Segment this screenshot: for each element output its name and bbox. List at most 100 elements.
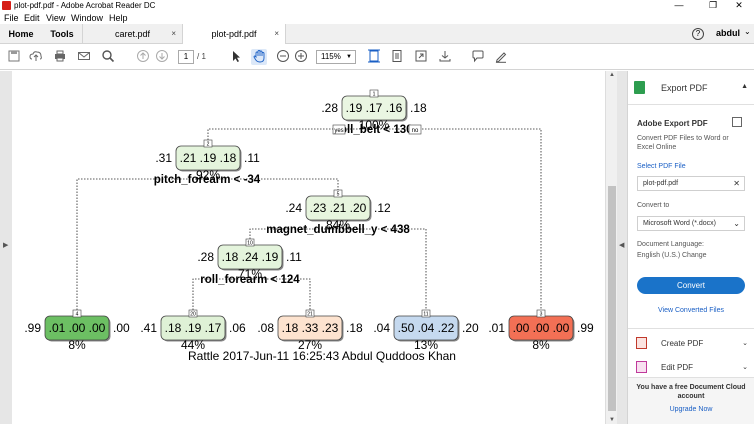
change-language-link[interactable]: Change <box>682 252 707 259</box>
export-pdf-header[interactable]: Export PDF ▲ <box>634 81 750 95</box>
export-pdf-header-label: Export PDF <box>661 83 708 93</box>
scroll-mode-icon[interactable] <box>389 49 405 65</box>
page-number-input[interactable]: 1 <box>178 50 194 64</box>
tab-tools[interactable]: Tools <box>42 24 82 44</box>
convert-button[interactable]: Convert <box>637 277 745 294</box>
node-percentage: 8% <box>68 338 86 352</box>
zoom-in-icon[interactable] <box>293 49 309 65</box>
selected-file-name: plot-pdf.pdf <box>643 180 679 187</box>
node-prob-right: .11 <box>244 151 260 165</box>
comment-icon[interactable] <box>470 49 486 65</box>
scroll-up-icon[interactable]: ▲ <box>609 72 615 78</box>
copy-icon[interactable] <box>732 117 742 127</box>
mail-icon[interactable] <box>76 49 92 65</box>
fit-page-icon[interactable] <box>366 49 382 65</box>
title-bar: plot-pdf.pdf - Adobe Acrobat Reader DC —… <box>0 0 754 12</box>
search-icon[interactable] <box>100 49 116 65</box>
menu-edit[interactable]: Edit <box>24 13 40 23</box>
tree-edge <box>249 228 427 316</box>
node-percentage: 8% <box>532 338 550 352</box>
view-converted-files-link[interactable]: View Converted Files <box>628 307 754 314</box>
node-class-probs: .23 .21 .20 <box>310 201 367 215</box>
node-number: 10 <box>247 241 253 247</box>
vertical-scrollbar[interactable]: ▲ ▼ <box>605 71 617 424</box>
edit-pdf-label: Edit PDF <box>661 363 694 372</box>
node-prob-left: .28 <box>197 250 214 264</box>
close-tab-icon[interactable]: × <box>171 24 176 44</box>
yes-label: yes <box>334 128 343 134</box>
node-prob-left: .41 <box>140 321 157 335</box>
scroll-down-icon[interactable]: ▼ <box>609 417 615 423</box>
prev-page-icon[interactable] <box>135 49 151 65</box>
node-prob-right: .18 <box>410 101 427 115</box>
hand-icon[interactable] <box>251 49 267 65</box>
node-class-probs: .18 .33 .23 <box>282 321 339 335</box>
select-cursor-icon[interactable] <box>228 49 244 65</box>
minimize-button[interactable]: — <box>664 0 694 12</box>
zoom-out-icon[interactable] <box>275 49 291 65</box>
node-number: 4 <box>76 312 79 318</box>
tab-plot-pdf[interactable]: plot-pdf.pdf × <box>182 24 286 44</box>
close-tab-icon[interactable]: × <box>274 24 279 44</box>
node-class-probs: .21 .19 .18 <box>180 151 237 165</box>
select-pdf-file-link[interactable]: Select PDF File <box>637 163 686 170</box>
left-panel-toggle[interactable]: ▶ <box>0 71 12 424</box>
doc-language-label: Document Language: <box>637 241 704 248</box>
export-description: Convert PDF Files to Word or Excel Onlin… <box>637 135 729 151</box>
upgrade-now-link[interactable]: Upgrade Now <box>628 405 754 414</box>
help-icon[interactable]: ? <box>692 28 704 40</box>
user-menu[interactable]: abdul <box>716 28 740 38</box>
divider <box>628 328 754 329</box>
promo-text: You have a free Document Cloud account <box>636 384 746 400</box>
next-page-icon[interactable] <box>154 49 170 65</box>
create-pdf-action[interactable]: Create PDF ⌄ <box>634 337 750 351</box>
node-prob-right: .06 <box>229 321 246 335</box>
tab-caret-pdf[interactable]: caret.pdf × <box>82 24 182 44</box>
download-icon[interactable] <box>437 49 453 65</box>
node-number: 20 <box>190 312 196 318</box>
clear-file-icon[interactable]: ✕ <box>733 177 740 190</box>
divider <box>628 104 754 105</box>
edit-pdf-icon <box>636 361 647 373</box>
fullscreen-icon[interactable] <box>413 49 429 65</box>
node-class-probs: .50 .04 .22 <box>398 321 455 335</box>
decision-tree-plot: 1.19 .17 .16.28.18100%2.21 .19 .18.31.11… <box>24 89 594 363</box>
edit-pdf-action[interactable]: Edit PDF ⌄ <box>634 361 750 375</box>
node-number: 5 <box>337 192 340 198</box>
selected-file-field[interactable]: plot-pdf.pdf ✕ <box>637 176 745 191</box>
menu-file[interactable]: File <box>4 13 19 23</box>
export-title: Adobe Export PDF <box>637 119 708 128</box>
user-menu-caret-icon[interactable]: ⌄ <box>744 27 751 36</box>
node-class-probs: .19 .17 .16 <box>346 101 403 115</box>
create-pdf-icon <box>636 337 647 349</box>
tab-home[interactable]: Home <box>0 24 42 44</box>
sign-icon[interactable] <box>493 49 509 65</box>
node-prob-left: .04 <box>373 321 390 335</box>
zoom-value: 115% <box>321 52 341 61</box>
menu-window[interactable]: Window <box>71 13 103 23</box>
node-prob-left: .31 <box>155 151 172 165</box>
upload-icon[interactable] <box>28 49 44 65</box>
menu-help[interactable]: Help <box>109 13 128 23</box>
acrobat-app-icon <box>2 1 11 10</box>
split-label: roll_belt < 130 <box>335 124 412 136</box>
zoom-level-select[interactable]: 115% ▼ <box>316 50 356 64</box>
right-pane-toggle[interactable]: ◀ <box>617 71 627 424</box>
window-title: plot-pdf.pdf - Adobe Acrobat Reader DC <box>14 1 156 10</box>
menu-view[interactable]: View <box>46 13 65 23</box>
print-icon[interactable] <box>52 49 68 65</box>
acrobat-window: plot-pdf.pdf - Adobe Acrobat Reader DC —… <box>0 0 754 424</box>
document-cloud-promo: You have a free Document Cloud account U… <box>628 377 754 424</box>
split-label: pitch_forearm < -34 <box>154 174 261 186</box>
scrollbar-thumb[interactable] <box>608 186 616 411</box>
pdf-page: 1.19 .17 .16.28.18 100% 2.21 .19 .18.31.11… <box>12 71 605 424</box>
node-number: 3 <box>540 312 543 318</box>
close-window-button[interactable]: ✕ <box>724 0 754 12</box>
convert-to-select[interactable]: Microsoft Word (*.docx) ⌄ <box>637 216 745 231</box>
node-number: 1 <box>373 92 376 98</box>
tab-bar: Home Tools caret.pdf × plot-pdf.pdf × ? … <box>0 24 754 44</box>
save-icon[interactable] <box>6 49 22 65</box>
node-prob-left: .99 <box>24 321 41 335</box>
create-pdf-label: Create PDF <box>661 339 704 348</box>
split-label: magnet_dumbbell_y < 438 <box>266 224 410 236</box>
